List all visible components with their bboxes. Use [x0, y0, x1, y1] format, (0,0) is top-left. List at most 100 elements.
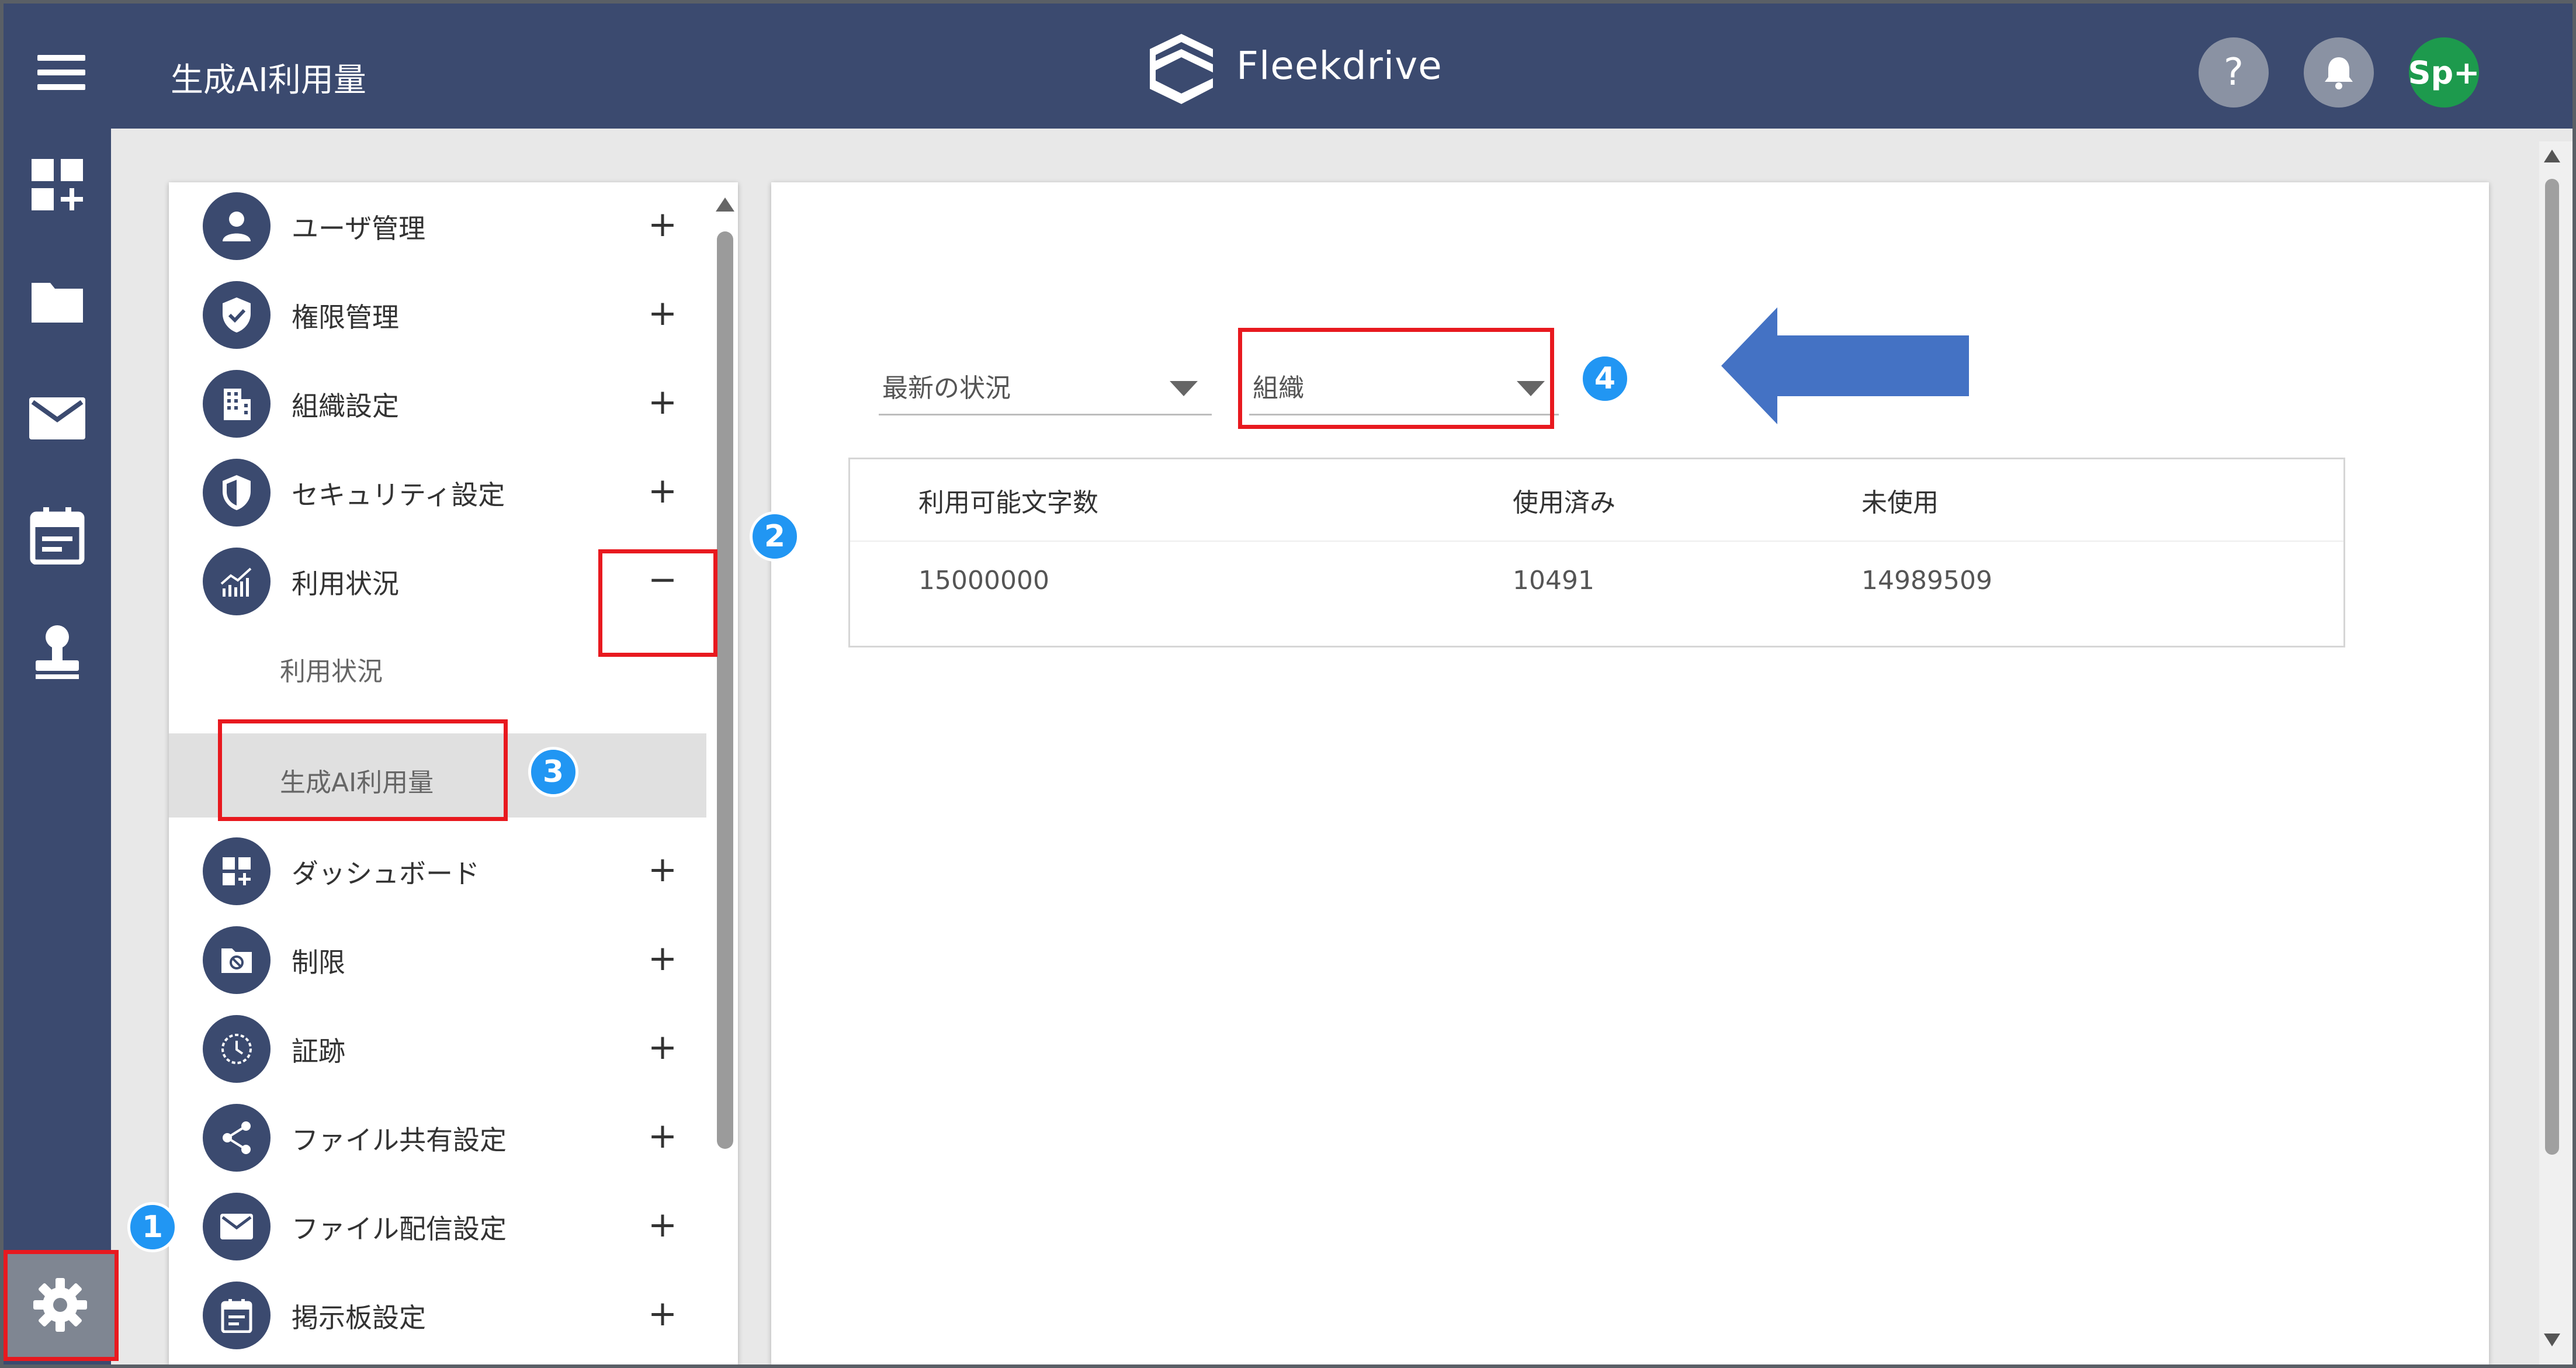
- mail-icon: [29, 397, 85, 439]
- nav-item-user-management[interactable]: ユーザ管理 +: [169, 185, 706, 267]
- bell-icon: [2325, 57, 2353, 89]
- restricted-folder-icon-wrap: [203, 926, 271, 994]
- subnav-label: 生成AI利用量: [280, 768, 434, 798]
- rail-files-button[interactable]: [28, 272, 86, 331]
- subnav-item-genai-usage[interactable]: 生成AI利用量: [169, 733, 706, 818]
- nav-label: 権限管理: [292, 302, 399, 333]
- help-icon: ?: [2224, 51, 2244, 94]
- expand-icon[interactable]: +: [636, 843, 689, 896]
- rail-mail-button[interactable]: [28, 389, 86, 448]
- nav-label: 制限: [292, 947, 345, 978]
- nav-label: 利用状況: [292, 568, 399, 600]
- nav-item-security[interactable]: セキュリティ設定 +: [169, 452, 706, 534]
- usage-table: 利用可能文字数 使用済み 未使用 15000000 10491 14989509: [848, 458, 2345, 647]
- nav-label: 組織設定: [292, 390, 399, 422]
- calendar-board-icon: [30, 507, 85, 564]
- nav-item-organization[interactable]: 組織設定 +: [169, 363, 706, 445]
- board-icon-wrap: [203, 1282, 271, 1349]
- nav-item-permissions[interactable]: 権限管理 +: [169, 274, 706, 356]
- expand-icon[interactable]: +: [636, 932, 689, 985]
- scroll-up-arrow-icon[interactable]: [716, 198, 734, 212]
- step-marker-3: 3: [528, 747, 578, 797]
- board-icon: [221, 1299, 252, 1333]
- nav-label: 証跡: [292, 1035, 345, 1067]
- nav-item-board-settings[interactable]: 掲示板設定 +: [169, 1275, 706, 1356]
- building-icon: [224, 389, 251, 420]
- settings-sidebar: ユーザ管理 + 権限管理 + 組織設定 + セキュリティ設定 + 利用状況 − …: [169, 182, 738, 1364]
- expand-icon[interactable]: +: [636, 198, 689, 251]
- gear-icon: [33, 1278, 87, 1332]
- scope-select-value: 組織: [1253, 373, 1304, 403]
- history-icon: [221, 1034, 252, 1064]
- shield-check-icon: [223, 297, 251, 333]
- table-divider: [850, 541, 2343, 542]
- subnav-label: 利用状況: [280, 657, 383, 687]
- nav-label: ユーザ管理: [292, 213, 426, 244]
- nav-label: ダッシュボード: [292, 858, 480, 889]
- mail-icon: [220, 1214, 253, 1239]
- security-shield-icon: [223, 475, 251, 510]
- user-avatar[interactable]: Sp+: [2408, 37, 2480, 108]
- usage-chart-icon: [220, 567, 252, 597]
- page-title: 生成AI利用量: [171, 61, 366, 99]
- step-marker-4: 4: [1580, 354, 1630, 404]
- scroll-down-arrow-icon[interactable]: [2544, 1334, 2560, 1346]
- dropdown-arrow-icon: [1517, 381, 1545, 396]
- page-scrollbar-thumb[interactable]: [2545, 179, 2559, 1155]
- sidebar-scrollbar-thumb[interactable]: [717, 231, 733, 1149]
- dropdown-arrow-icon: [1170, 381, 1198, 396]
- expand-icon[interactable]: +: [636, 1199, 689, 1251]
- period-select[interactable]: 最新の状況: [879, 349, 1212, 415]
- step-marker-1: 1: [127, 1202, 178, 1252]
- nav-item-audit-trail[interactable]: 証跡 +: [169, 1008, 706, 1090]
- left-rail: [4, 129, 111, 1364]
- table-cell: 14989509: [1861, 566, 1992, 595]
- expand-icon[interactable]: +: [636, 465, 689, 517]
- stamp-icon: [36, 625, 79, 679]
- top-header: 生成AI利用量 Fleekdrive ? Sp+: [4, 4, 2572, 129]
- settings-button[interactable]: [6, 1252, 115, 1358]
- content-panel: 最新の状況 組織: [771, 182, 2489, 1364]
- menu-icon[interactable]: [37, 55, 85, 90]
- restricted-folder-icon: [221, 948, 252, 973]
- user-icon: [223, 212, 251, 241]
- app-window: 生成AI利用量 Fleekdrive ? Sp+ ユーザ管理 + 権限管理 + …: [4, 4, 2572, 1364]
- help-button[interactable]: ?: [2199, 37, 2269, 108]
- user-icon-wrap: [203, 192, 271, 260]
- subnav-item-usage[interactable]: 利用状況: [169, 622, 706, 706]
- dashboard-add-icon: [32, 159, 83, 210]
- nav-item-restrictions[interactable]: 制限 +: [169, 919, 706, 1001]
- scroll-up-arrow-icon[interactable]: [2544, 150, 2560, 162]
- expand-icon[interactable]: +: [636, 376, 689, 428]
- page-scrollbar[interactable]: [2539, 141, 2572, 1364]
- share-icon: [223, 1121, 251, 1154]
- security-shield-icon-wrap: [203, 459, 271, 527]
- scope-select[interactable]: 組織: [1249, 349, 1559, 415]
- table-cell: 10491: [1513, 566, 1594, 595]
- usage-chart-icon-wrap: [203, 548, 271, 615]
- annotation-arrow-icon: [1721, 307, 1969, 424]
- column-header: 未使用: [1861, 488, 1939, 518]
- nav-item-file-delivery[interactable]: ファイル配信設定 +: [169, 1186, 706, 1267]
- rail-stamp-button[interactable]: [28, 623, 86, 681]
- nav-item-file-sharing[interactable]: ファイル共有設定 +: [169, 1097, 706, 1179]
- dashboard-icon: [223, 857, 251, 885]
- share-icon-wrap: [203, 1104, 271, 1172]
- notification-button[interactable]: [2304, 37, 2374, 108]
- nav-item-usage[interactable]: 利用状況 −: [169, 541, 706, 622]
- folder-icon: [32, 283, 83, 323]
- history-icon-wrap: [203, 1015, 271, 1083]
- expand-icon[interactable]: +: [636, 1110, 689, 1162]
- expand-icon[interactable]: +: [636, 287, 689, 340]
- rail-dashboard-button[interactable]: [28, 155, 86, 214]
- nav-item-dashboard[interactable]: ダッシュボード +: [169, 830, 706, 912]
- step-marker-2: 2: [750, 511, 800, 562]
- nav-label: セキュリティ設定: [292, 479, 505, 511]
- nav-label: ファイル配信設定: [292, 1213, 507, 1245]
- expand-icon[interactable]: +: [636, 1287, 689, 1340]
- column-header: 利用可能文字数: [918, 488, 1098, 518]
- dashboard-icon-wrap: [203, 837, 271, 905]
- collapse-icon[interactable]: −: [636, 553, 689, 606]
- rail-board-button[interactable]: [28, 506, 86, 564]
- expand-icon[interactable]: +: [636, 1021, 689, 1073]
